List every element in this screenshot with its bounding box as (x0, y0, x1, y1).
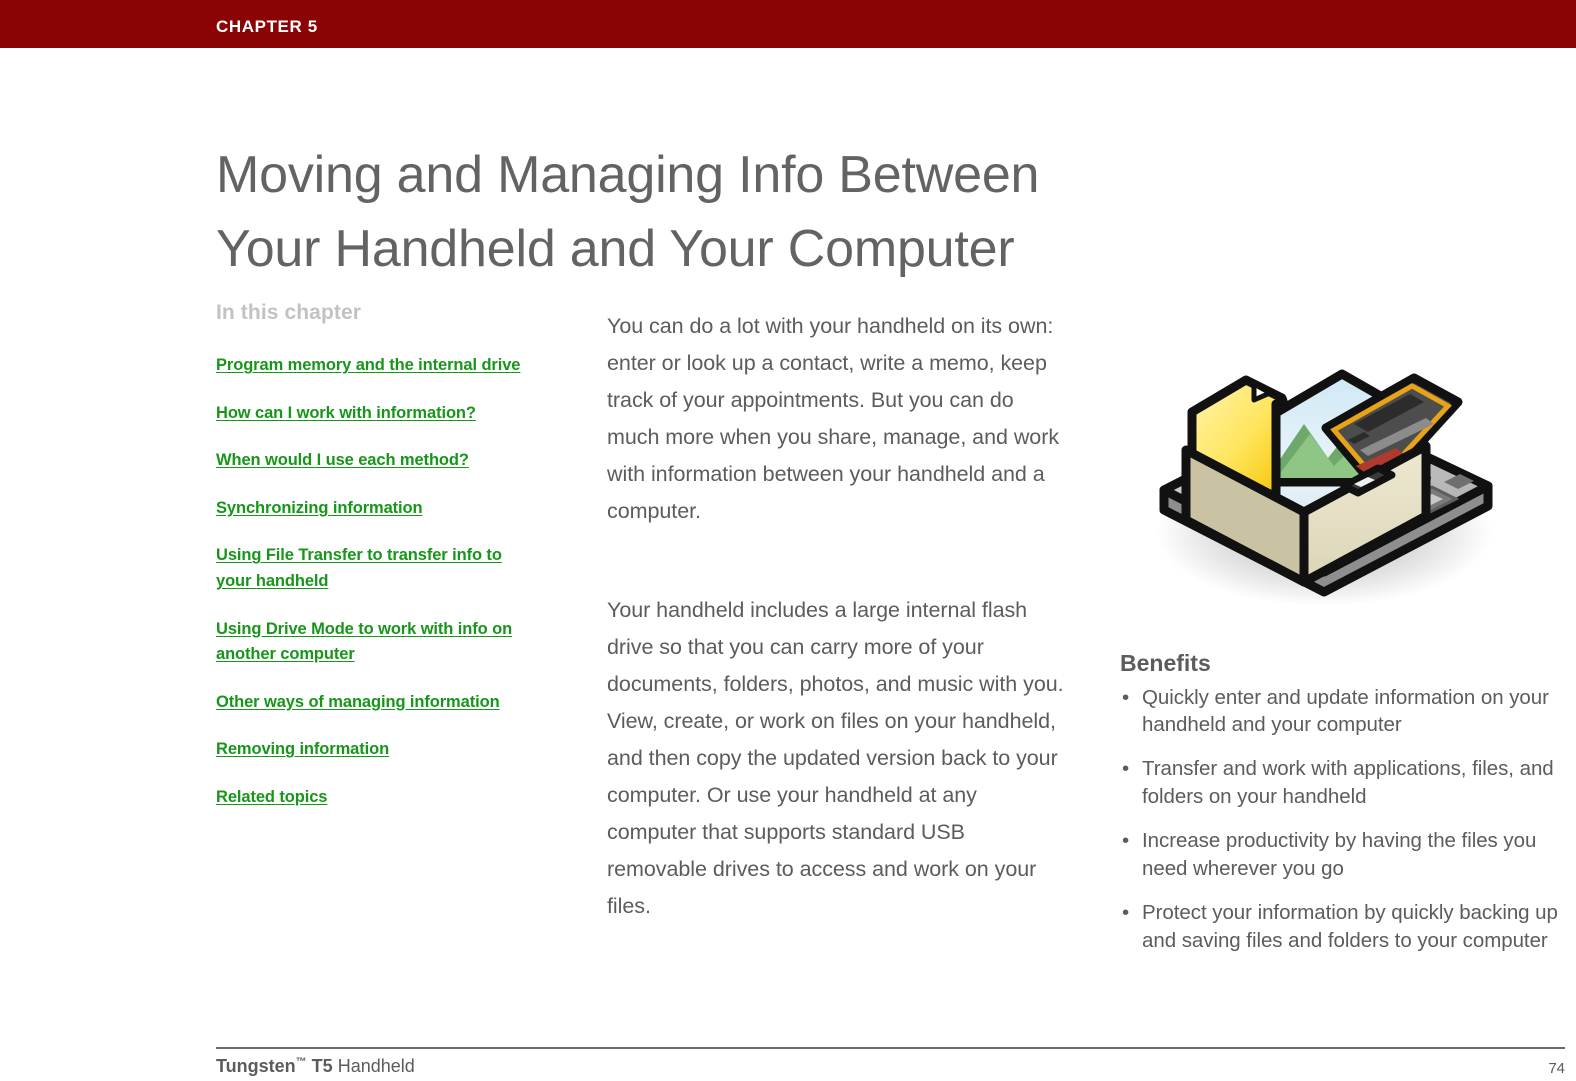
chapter-topic-list: Program memory and the internal drive Ho… (216, 353, 526, 810)
toc-link-using-drive-mode[interactable]: Using Drive Mode to work with info on an… (216, 620, 512, 664)
list-item: Removing information (216, 737, 526, 763)
footer-product-type: Handheld (337, 1056, 415, 1076)
list-item: • Quickly enter and update information o… (1120, 684, 1576, 740)
toc-link-program-memory[interactable]: Program memory and the internal drive (216, 356, 520, 374)
handheld-file-box-icon (1156, 369, 1493, 606)
footer-inner: Tungsten™ T5 Handheld 74 (216, 1049, 1565, 1081)
benefit-text: Protect your information by quickly back… (1142, 900, 1558, 952)
in-this-chapter-section: In this chapter Program memory and the i… (216, 300, 526, 832)
footer-model: T5 (311, 1056, 333, 1076)
list-item: When would I use each method? (216, 448, 526, 474)
list-item: • Transfer and work with applications, f… (1120, 755, 1576, 811)
list-item: • Protect your information by quickly ba… (1120, 899, 1576, 955)
page-title: Moving and Managing Info Between Your Ha… (216, 139, 1416, 287)
list-item: How can I work with information? (216, 401, 526, 427)
body-paragraph-2: Your handheld includes a large internal … (607, 597, 1064, 918)
in-this-chapter-heading: In this chapter (216, 301, 362, 324)
chapter-label: CHAPTER 5 (216, 17, 318, 36)
list-item: Using Drive Mode to work with info on an… (216, 617, 526, 668)
benefit-text: Quickly enter and update information on … (1142, 685, 1549, 737)
list-item: Program memory and the internal drive (216, 353, 526, 379)
toc-link-using-file-transfer[interactable]: Using File Transfer to transfer info to … (216, 546, 502, 590)
list-item: Related topics (216, 785, 526, 811)
benefit-text: Transfer and work with applications, fil… (1142, 757, 1554, 809)
list-item: Synchronizing information (216, 496, 526, 522)
toc-link-removing-information[interactable]: Removing information (216, 740, 389, 758)
toc-link-when-would-i-use-each-method[interactable]: When would I use each method? (216, 451, 469, 469)
page-title-line-2: Your Handheld and Your Computer (216, 219, 1015, 278)
handheld-with-file-box-illustration (1128, 300, 1528, 620)
body-text-column: You can do a lot with your handheld on i… (607, 308, 1069, 925)
bullet-icon: • (1122, 685, 1130, 709)
benefits-heading: Benefits (1120, 650, 1211, 676)
benefits-list: • Quickly enter and update information o… (1100, 684, 1576, 955)
list-item: Using File Transfer to transfer info to … (216, 543, 526, 594)
list-item: • Increase productivity by having the fi… (1120, 827, 1576, 883)
page-footer: Tungsten™ T5 Handheld 74 (216, 1047, 1565, 1081)
chapter-header-bar: CHAPTER 5 (0, 0, 1576, 48)
toc-link-how-can-i-work-with-information[interactable]: How can I work with information? (216, 404, 476, 422)
list-item: Other ways of managing information (216, 690, 526, 716)
footer-product-name: Tungsten™ T5 Handheld (216, 1056, 415, 1077)
trademark-icon: ™ (295, 1056, 307, 1068)
toc-link-other-ways-of-managing-information[interactable]: Other ways of managing information (216, 693, 500, 711)
toc-link-related-topics[interactable]: Related topics (216, 788, 327, 806)
page-title-line-1: Moving and Managing Info Between (216, 145, 1040, 204)
bullet-icon: • (1122, 900, 1130, 924)
benefit-text: Increase productivity by having the file… (1142, 829, 1537, 880)
body-paragraph-1: You can do a lot with your handheld on i… (607, 314, 1060, 523)
footer-brand: Tungsten (216, 1056, 296, 1076)
bullet-icon: • (1122, 757, 1130, 781)
page-number: 74 (1548, 1060, 1565, 1077)
illustration-and-benefits-column: Benefits • Quickly enter and update info… (1100, 300, 1576, 971)
toc-link-synchronizing-information[interactable]: Synchronizing information (216, 499, 423, 517)
bullet-icon: • (1122, 829, 1130, 853)
